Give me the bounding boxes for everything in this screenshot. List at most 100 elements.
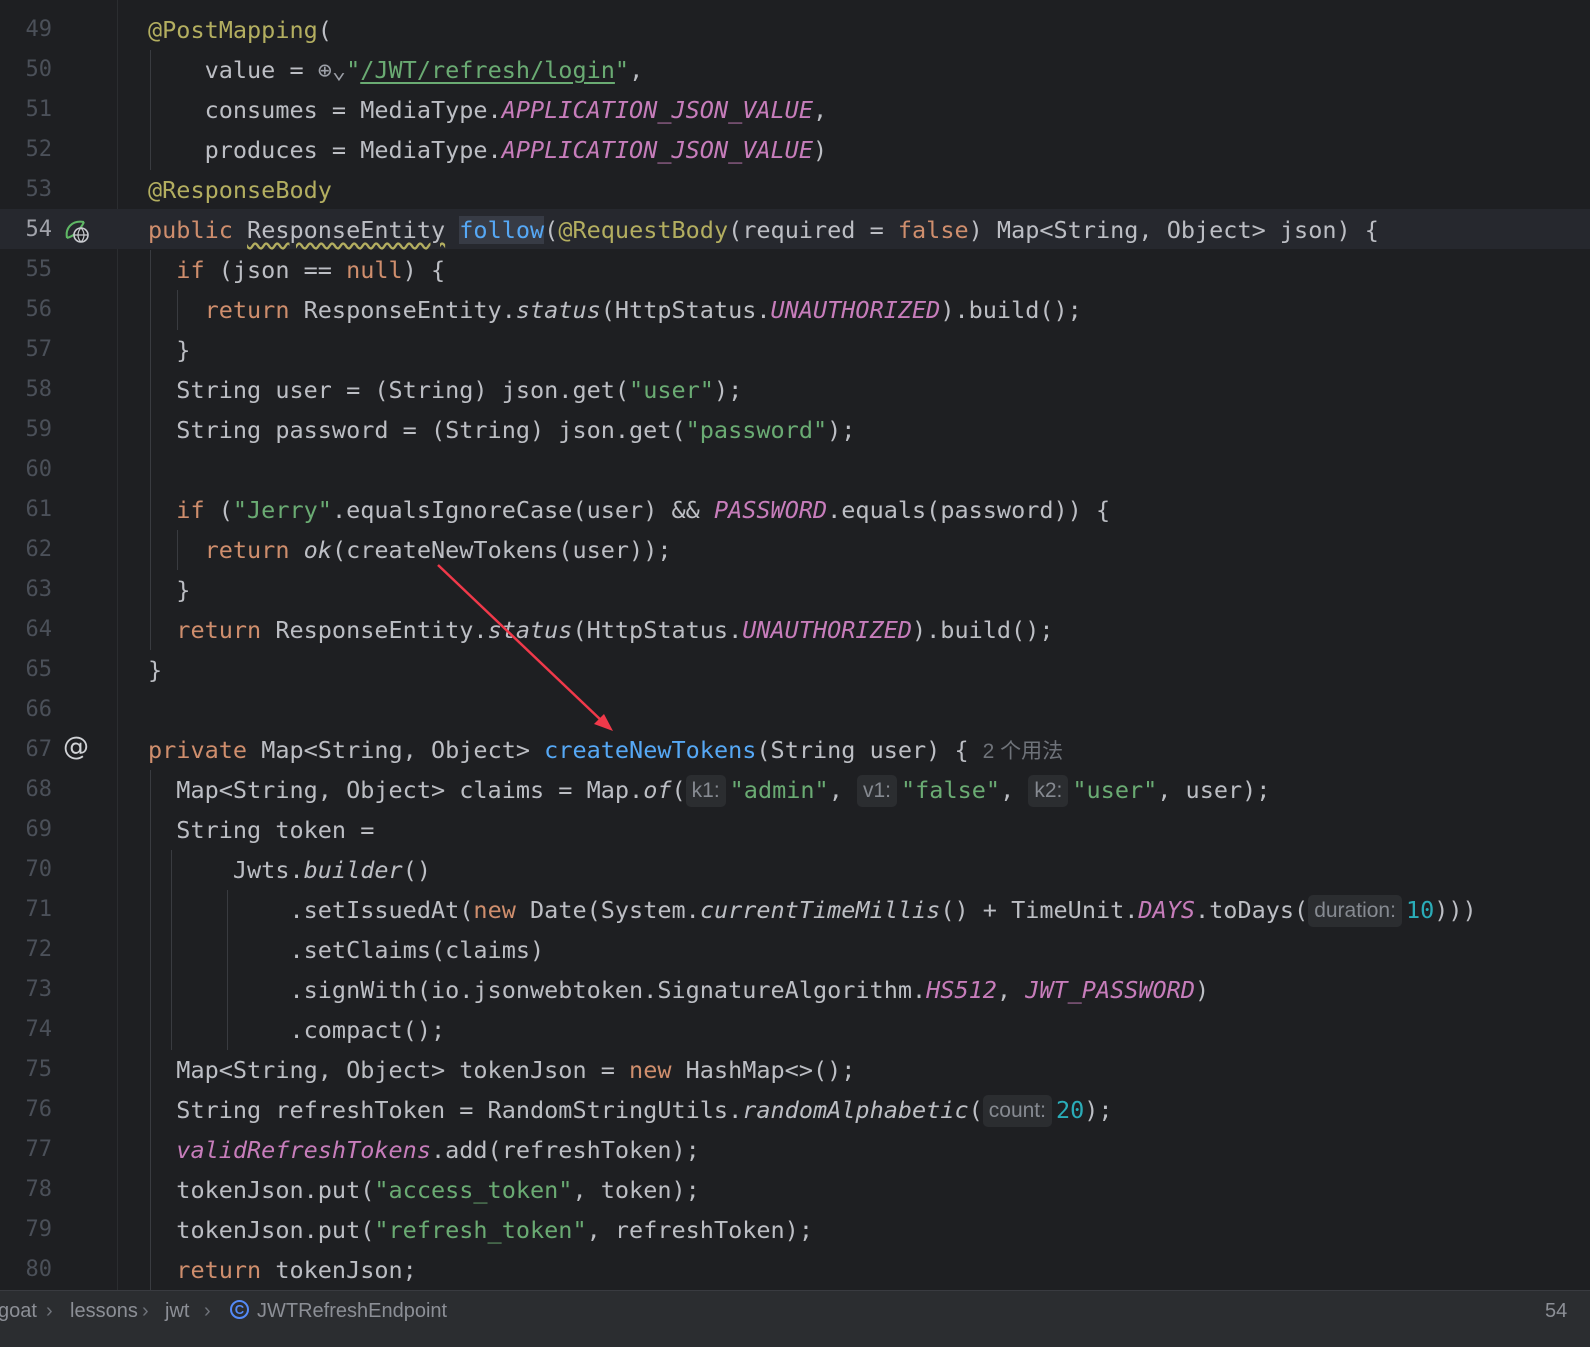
code-line[interactable]: 54 public ResponseEntity follow(@RequestB… <box>0 210 1590 250</box>
code-text[interactable]: Jwts.builder() <box>148 850 431 890</box>
code-text[interactable]: return tokenJson; <box>148 1250 417 1290</box>
code-line[interactable]: 66 <box>0 690 1590 730</box>
code-text[interactable]: return ResponseEntity.status(HttpStatus.… <box>148 290 1082 330</box>
line-number[interactable]: 78 <box>0 1170 53 1210</box>
at-usages-icon[interactable]: @ <box>62 733 90 761</box>
web-endpoint-icon[interactable] <box>62 216 90 244</box>
line-number[interactable]: 55 <box>0 250 53 290</box>
code-line[interactable]: 52 produces = MediaType.APPLICATION_JSON… <box>0 130 1590 170</box>
code-text[interactable]: return ok(createNewTokens(user)); <box>148 530 672 570</box>
line-number[interactable]: 57 <box>0 330 53 370</box>
code-text[interactable]: validRefreshTokens.add(refreshToken); <box>148 1130 700 1170</box>
code-text[interactable]: if ("Jerry".equalsIgnoreCase(user) && PA… <box>148 490 1110 530</box>
code-line[interactable]: 67 private Map<String, Object> createNewT… <box>0 730 1590 770</box>
code-line[interactable]: 49 @PostMapping( <box>0 10 1590 50</box>
breadcrumb-item[interactable]: jwt <box>165 1291 189 1331</box>
code-line[interactable]: 60 <box>0 450 1590 490</box>
code-line[interactable]: 78 tokenJson.put("access_token", token); <box>0 1170 1590 1210</box>
line-number[interactable]: 67 <box>0 730 53 770</box>
code-line[interactable]: 70 Jwts.builder() <box>0 850 1590 890</box>
code-text[interactable]: .setClaims(claims) <box>148 930 544 970</box>
line-number[interactable]: 66 <box>0 690 53 730</box>
code-line[interactable]: 58 String user = (String) json.get("user… <box>0 370 1590 410</box>
line-number[interactable]: 56 <box>0 290 53 330</box>
code-text[interactable]: String user = (String) json.get("user"); <box>148 370 742 410</box>
line-number[interactable]: 60 <box>0 450 53 490</box>
line-number[interactable]: 68 <box>0 770 53 810</box>
line-number[interactable]: 50 <box>0 50 53 90</box>
code-text[interactable]: Map<String, Object> claims = Map.of(k1: "… <box>148 770 1270 810</box>
code-line[interactable]: 63 } <box>0 570 1590 610</box>
line-number[interactable]: 80 <box>0 1250 53 1290</box>
line-number[interactable]: 52 <box>0 130 53 170</box>
code-text[interactable]: consumes = MediaType.APPLICATION_JSON_VA… <box>148 90 828 130</box>
breadcrumb-item[interactable]: JWTRefreshEndpoint <box>257 1291 447 1331</box>
code-line[interactable]: 55 if (json == null) { <box>0 250 1590 290</box>
line-number[interactable]: 51 <box>0 90 53 130</box>
code-line[interactable]: 61 if ("Jerry".equalsIgnoreCase(user) &&… <box>0 490 1590 530</box>
code-line[interactable]: 64 return ResponseEntity.status(HttpStat… <box>0 610 1590 650</box>
code-line[interactable]: 73 .signWith(io.jsonwebtoken.SignatureAl… <box>0 970 1590 1010</box>
line-number[interactable]: 71 <box>0 890 53 930</box>
code-line[interactable]: 68 Map<String, Object> claims = Map.of(k… <box>0 770 1590 810</box>
line-number[interactable]: 77 <box>0 1130 53 1170</box>
code-text[interactable]: @ResponseBody <box>148 170 332 210</box>
line-number[interactable]: 75 <box>0 1050 53 1090</box>
code-line[interactable]: 79 tokenJson.put("refresh_token", refres… <box>0 1210 1590 1250</box>
code-text[interactable]: public ResponseEntity follow(@RequestBod… <box>148 210 1379 250</box>
line-number[interactable]: 58 <box>0 370 53 410</box>
code-line[interactable]: 72 .setClaims(claims) <box>0 930 1590 970</box>
code-text[interactable]: } <box>148 330 190 370</box>
code-text[interactable]: produces = MediaType.APPLICATION_JSON_VA… <box>148 130 828 170</box>
code-line[interactable]: 71 .setIssuedAt(new Date(System.currentT… <box>0 890 1590 930</box>
code-text[interactable]: if (json == null) { <box>148 250 445 290</box>
code-line[interactable]: 50 value = ⊕⌄"/JWT/refresh/login", <box>0 50 1590 90</box>
line-number[interactable]: 73 <box>0 970 53 1010</box>
line-number[interactable]: 53 <box>0 170 53 210</box>
code-text[interactable]: } <box>148 570 190 610</box>
line-number[interactable]: 74 <box>0 1010 53 1050</box>
code-line[interactable]: 51 consumes = MediaType.APPLICATION_JSON… <box>0 90 1590 130</box>
code-text[interactable]: String refreshToken = RandomStringUtils.… <box>148 1090 1113 1130</box>
line-number[interactable]: 69 <box>0 810 53 850</box>
line-number[interactable]: 54 <box>0 210 53 250</box>
code-line[interactable]: 59 String password = (String) json.get("… <box>0 410 1590 450</box>
code-text[interactable]: tokenJson.put("access_token", token); <box>148 1170 700 1210</box>
line-number[interactable]: 62 <box>0 530 53 570</box>
code-text[interactable]: return ResponseEntity.status(HttpStatus.… <box>148 610 1053 650</box>
globe-icon[interactable]: ⊕⌄ <box>318 56 346 84</box>
code-line[interactable]: 65} <box>0 650 1590 690</box>
code-editor[interactable]: 49 @PostMapping(50 value = ⊕⌄"/JWT/refres… <box>0 0 1590 1308</box>
code-line[interactable]: 77 validRefreshTokens.add(refreshToken); <box>0 1130 1590 1170</box>
code-text[interactable]: @PostMapping( <box>148 10 332 50</box>
line-number[interactable]: 59 <box>0 410 53 450</box>
line-number[interactable]: 61 <box>0 490 53 530</box>
code-text[interactable]: private Map<String, Object> createNewTok… <box>148 730 1063 772</box>
line-number[interactable]: 63 <box>0 570 53 610</box>
line-number[interactable]: 64 <box>0 610 53 650</box>
code-text[interactable]: Map<String, Object> tokenJson = new Hash… <box>148 1050 855 1090</box>
line-number[interactable]: 49 <box>0 10 53 50</box>
line-number[interactable]: 76 <box>0 1090 53 1130</box>
line-number[interactable]: 65 <box>0 650 53 690</box>
code-text[interactable]: tokenJson.put("refresh_token", refreshTo… <box>148 1210 813 1250</box>
code-text[interactable]: } <box>148 650 162 690</box>
code-text[interactable]: .signWith(io.jsonwebtoken.SignatureAlgor… <box>148 970 1209 1010</box>
code-text[interactable]: .compact(); <box>148 1010 445 1050</box>
code-line[interactable]: 62 return ok(createNewTokens(user)); <box>0 530 1590 570</box>
line-number[interactable]: 70 <box>0 850 53 890</box>
code-line[interactable]: 53 @ResponseBody <box>0 170 1590 210</box>
code-line[interactable]: 74 .compact(); <box>0 1010 1590 1050</box>
code-text[interactable]: String token = <box>148 810 374 850</box>
code-line[interactable]: 69 String token = <box>0 810 1590 850</box>
code-text[interactable]: String password = (String) json.get("pas… <box>148 410 855 450</box>
code-line[interactable]: 76 String refreshToken = RandomStringUti… <box>0 1090 1590 1130</box>
breadcrumb-item[interactable]: lessons <box>70 1291 138 1331</box>
code-text[interactable]: .setIssuedAt(new Date(System.currentTime… <box>148 890 1477 930</box>
breadcrumb-item[interactable]: goat <box>0 1291 37 1331</box>
code-line[interactable]: 56 return ResponseEntity.status(HttpStat… <box>0 290 1590 330</box>
cursor-position[interactable]: 54 <box>1545 1291 1567 1331</box>
code-line[interactable]: 75 Map<String, Object> tokenJson = new H… <box>0 1050 1590 1090</box>
code-line[interactable]: 80 return tokenJson; <box>0 1250 1590 1290</box>
code-line[interactable]: 57 } <box>0 330 1590 370</box>
